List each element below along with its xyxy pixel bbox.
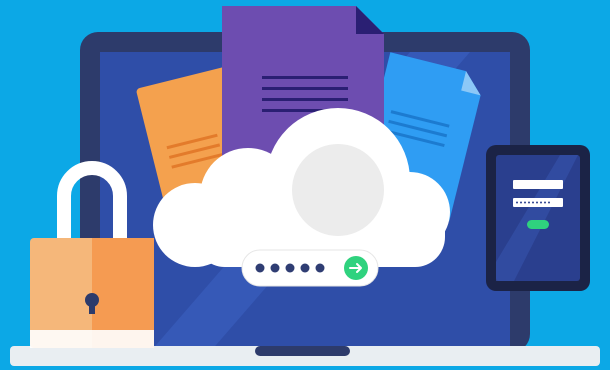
password-dot (270, 263, 280, 273)
tablet-password-dot (540, 201, 542, 204)
tablet-password-dot (524, 201, 526, 204)
password-dot (315, 263, 325, 273)
tablet-password-dot (544, 201, 546, 204)
document-line (262, 76, 348, 79)
tablet-password-dot (532, 201, 534, 204)
tablet-password-dot (520, 201, 522, 204)
keyhole-slot (89, 300, 95, 314)
password-dot (300, 263, 310, 273)
password-dot (255, 263, 265, 273)
padlock-base-strip (30, 330, 154, 348)
tablet-password-dot (528, 201, 530, 204)
tablet-password-dot (548, 201, 550, 204)
document-line (262, 98, 348, 101)
cloud-security-illustration (0, 0, 610, 370)
laptop-notch (255, 346, 350, 356)
tablet-login-button[interactable] (527, 220, 549, 229)
tablet-password-dot (516, 201, 518, 204)
password-field[interactable] (241, 249, 379, 287)
document-line (262, 87, 348, 90)
tablet-password-dot (536, 201, 538, 204)
tablet-password-dots (516, 201, 550, 204)
tablet-icon (486, 145, 590, 291)
avatar (292, 144, 384, 236)
tablet-username-field[interactable] (513, 180, 563, 189)
password-dot (285, 263, 295, 273)
